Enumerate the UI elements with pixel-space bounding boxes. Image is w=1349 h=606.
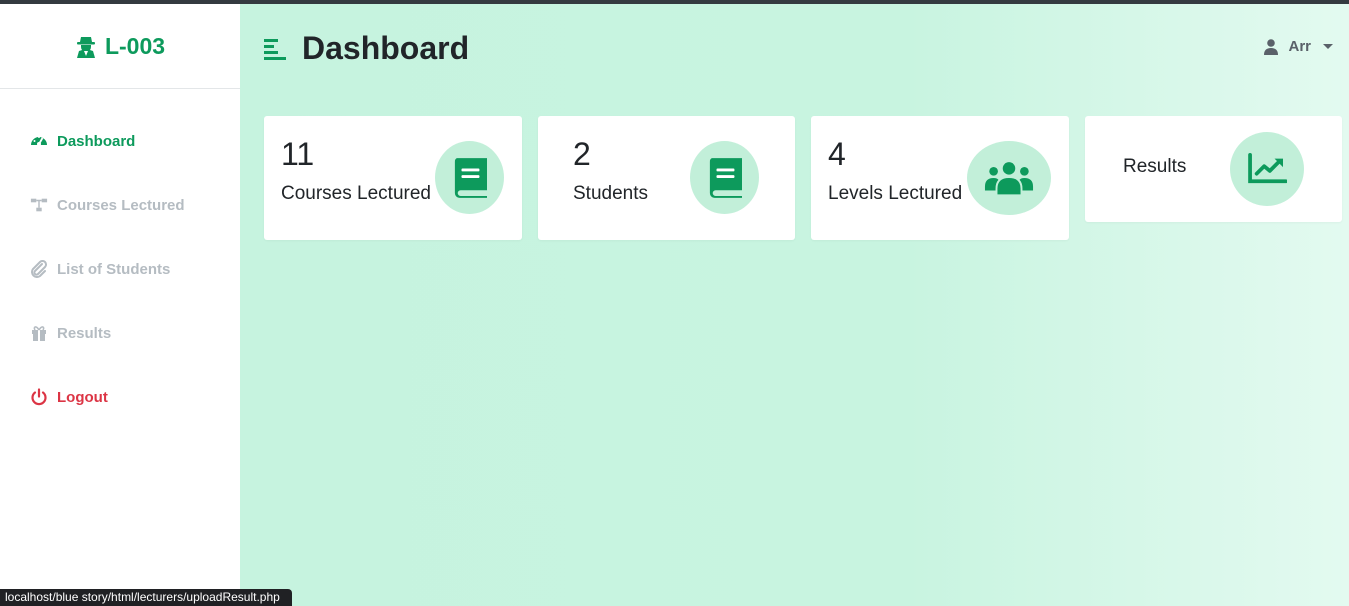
book-icon — [454, 157, 487, 198]
sidebar-item-label: Logout — [57, 388, 108, 406]
sidebar-item-results[interactable]: Results — [0, 301, 240, 365]
sidebar-item-label: Dashboard — [57, 132, 136, 150]
tachometer-icon — [31, 136, 47, 146]
stat-label: Students — [573, 183, 648, 204]
sidebar-item-label: Courses Lectured — [57, 196, 185, 214]
gift-icon — [32, 326, 46, 341]
stat-icon-circle — [967, 141, 1051, 215]
user-icon — [1264, 38, 1279, 55]
main-content: Dashboard Arr 11 Courses Lectured 2 Stud… — [240, 4, 1349, 606]
sitemap-icon — [30, 198, 48, 212]
user-name: Arr — [1288, 38, 1311, 55]
brand[interactable]: L-003 — [0, 4, 240, 89]
book-icon — [709, 157, 742, 198]
sidebar-item-dashboard[interactable]: Dashboard — [0, 109, 240, 173]
user-secret-icon — [76, 37, 95, 58]
sidebar-item-list-of-students[interactable]: List of Students — [0, 237, 240, 301]
sidebar: L-003 Dashboard Courses Lectured List of… — [0, 4, 240, 606]
stat-value: 2 — [573, 136, 591, 172]
stat-icon-circle — [1230, 132, 1304, 206]
stat-label: Courses Lectured — [281, 183, 431, 204]
stat-card-levels-lectured[interactable]: 4 Levels Lectured — [811, 116, 1069, 240]
page-title: Dashboard — [302, 30, 470, 66]
power-icon — [31, 388, 47, 406]
stat-value: 11 — [281, 136, 315, 172]
sidebar-item-label: Results — [57, 324, 112, 342]
sidebar-item-label: List of Students — [57, 260, 171, 278]
users-icon — [984, 162, 1034, 195]
chart-line-icon — [1248, 153, 1287, 184]
sidebar-nav: Dashboard Courses Lectured List of Stude… — [0, 89, 240, 429]
user-menu[interactable]: Arr — [1264, 38, 1333, 55]
status-bar-url: localhost/blue story/html/lecturers/uplo… — [0, 589, 292, 606]
sidebar-item-courses-lectured[interactable]: Courses Lectured — [0, 173, 240, 237]
sidebar-item-logout[interactable]: Logout — [0, 365, 240, 429]
stat-label: Results — [1123, 156, 1187, 177]
stat-card-students[interactable]: 2 Students — [538, 116, 795, 240]
menu-toggle-icon[interactable] — [264, 38, 286, 60]
paperclip-icon — [31, 260, 48, 278]
stat-icon-circle — [690, 141, 759, 214]
stat-card-courses-lectured[interactable]: 11 Courses Lectured — [264, 116, 522, 240]
stat-card-results[interactable]: Results — [1085, 116, 1342, 222]
header: Dashboard Arr — [240, 4, 1349, 94]
caret-down-icon — [1323, 44, 1333, 49]
stat-value: 4 — [828, 136, 846, 172]
stat-label: Levels Lectured — [828, 183, 963, 204]
stat-icon-circle — [435, 141, 504, 214]
brand-title: L-003 — [104, 32, 166, 59]
